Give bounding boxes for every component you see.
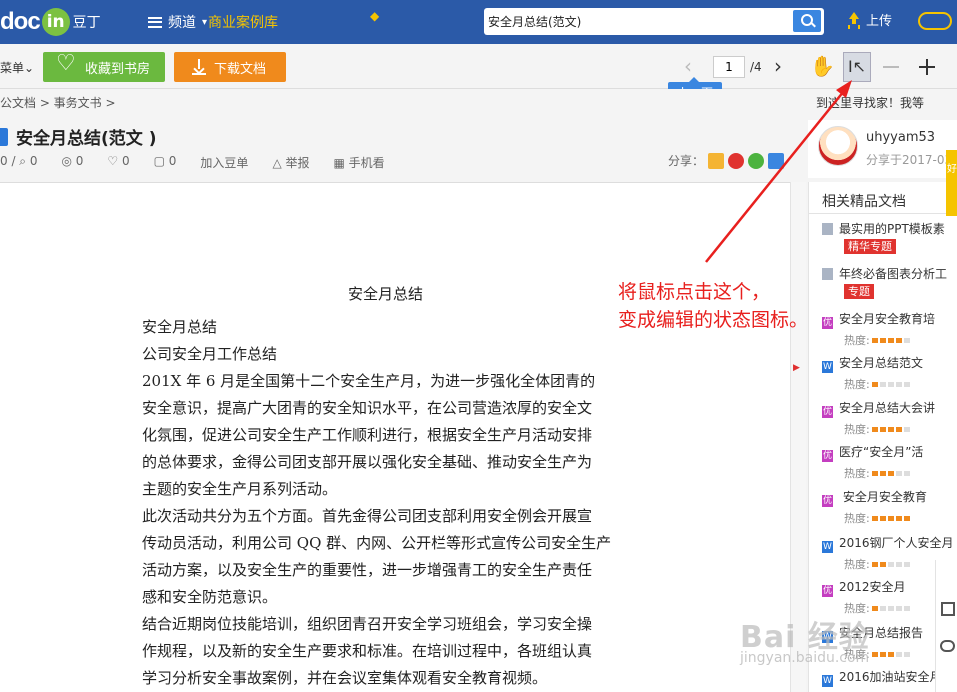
annotation-line-1: 将鼠标点击这个，: [618, 281, 771, 303]
annotation-line-2: 变成编辑的状态图标。: [618, 309, 809, 331]
annotation-text: 将鼠标点击这个， 变成编辑的状态图标。: [618, 278, 808, 334]
annotation-arrow: [705, 80, 852, 263]
watermark-url: jingyan.baidu.com: [740, 650, 870, 666]
